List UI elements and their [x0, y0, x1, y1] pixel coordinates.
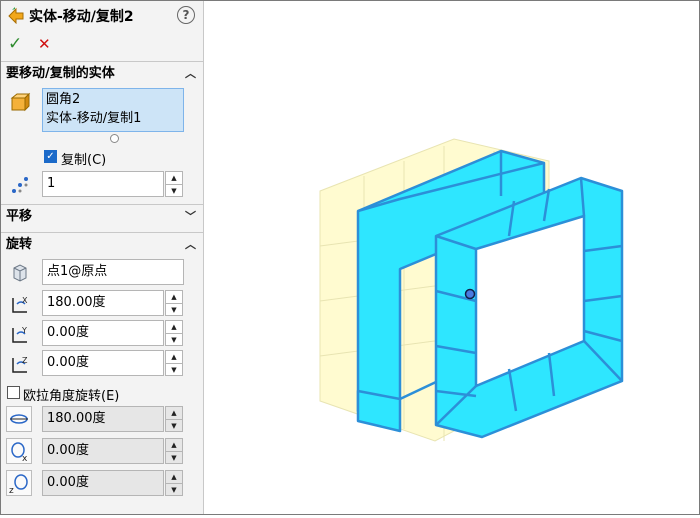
list-item[interactable]: 圆角2	[46, 90, 180, 109]
property-manager-panel: 实体-移动/复制2 ? ✓ ✕ 要移动/复制的实体 ︿ 圆角2 实体-移动/复制…	[1, 1, 204, 514]
chevron-up-icon[interactable]: ︿	[185, 233, 196, 257]
svg-text:Z: Z	[22, 356, 28, 365]
help-icon[interactable]: ?	[177, 6, 195, 24]
stepper-up[interactable]: ▲	[166, 407, 182, 420]
list-item[interactable]: 实体-移动/复制1	[46, 109, 180, 128]
euler-1-field[interactable]: 180.00度	[42, 406, 164, 432]
euler-axis-2-button[interactable]: x	[6, 438, 32, 464]
euler-3-stepper[interactable]: ▲ ▼	[165, 470, 183, 496]
rotation-origin-point[interactable]	[464, 288, 476, 300]
rotate-x-stepper[interactable]: ▲ ▼	[165, 290, 183, 316]
chevron-down-icon[interactable]: ﹀	[185, 205, 196, 229]
rotation-point-field[interactable]: 点1@原点	[42, 259, 184, 285]
copy-checkbox[interactable]: ✓	[44, 150, 57, 163]
stepper-up[interactable]: ▲	[166, 439, 182, 452]
euler-axis-3-icon: z	[9, 474, 28, 496]
rotate-x-field[interactable]: 180.00度	[42, 290, 164, 316]
euler-axis-1-icon	[10, 414, 28, 424]
move-copy-feature-icon	[8, 7, 24, 24]
stepper-down[interactable]: ▼	[166, 334, 182, 346]
euler-rotation-label: 欧拉角度旋转(E)	[23, 389, 120, 404]
cancel-button[interactable]: ✕	[38, 35, 51, 53]
rotate-z-stepper[interactable]: ▲ ▼	[165, 350, 183, 376]
copy-count-stepper[interactable]: ▲ ▼	[165, 171, 183, 197]
page-title: 实体-移动/复制2	[29, 9, 134, 25]
svg-text:x: x	[22, 454, 28, 463]
stepper-up[interactable]: ▲	[166, 321, 182, 334]
model-view[interactable]	[204, 1, 699, 514]
stepper-down[interactable]: ▼	[166, 364, 182, 376]
bodies-selection-icon	[10, 92, 31, 112]
section-title-translate: 平移	[6, 209, 33, 224]
rotate-x-icon: X	[12, 296, 28, 313]
section-header-bodies[interactable]: 要移动/复制的实体 ︿	[1, 62, 203, 86]
euler-2-stepper[interactable]: ▲ ▼	[165, 438, 183, 464]
svg-text:z: z	[9, 486, 14, 495]
euler-rotation-checkbox[interactable]	[7, 386, 20, 399]
rotate-z-icon: Z	[12, 356, 28, 373]
euler-3-field[interactable]: 0.00度	[42, 470, 164, 496]
rotate-y-icon: Y	[12, 326, 27, 343]
stepper-up[interactable]: ▲	[166, 351, 182, 364]
section-header-rotate[interactable]: 旋转 ︿	[1, 233, 203, 257]
euler-axis-3-button[interactable]: z	[6, 470, 32, 496]
euler-axis-2-icon: x	[11, 442, 28, 464]
bodies-list[interactable]: 圆角2 实体-移动/复制1	[42, 88, 184, 132]
stepper-down[interactable]: ▼	[166, 420, 182, 432]
rotate-y-field[interactable]: 0.00度	[42, 320, 164, 346]
svg-text:Y: Y	[21, 326, 27, 335]
stepper-down[interactable]: ▼	[166, 452, 182, 464]
svg-text:X: X	[22, 296, 28, 305]
chevron-up-icon[interactable]: ︿	[185, 62, 196, 86]
section-header-translate[interactable]: 平移 ﹀	[1, 205, 203, 229]
stepper-up[interactable]: ▲	[166, 291, 182, 304]
stepper-down[interactable]: ▼	[166, 185, 182, 197]
rotate-z-field[interactable]: 0.00度	[42, 350, 164, 376]
section-title-rotate: 旋转	[6, 237, 33, 252]
stepper-down[interactable]: ▼	[166, 304, 182, 316]
stepper-down[interactable]: ▼	[166, 484, 182, 496]
euler-2-field[interactable]: 0.00度	[42, 438, 164, 464]
euler-axis-1-button[interactable]	[6, 406, 32, 432]
stepper-up[interactable]: ▲	[166, 172, 182, 185]
copy-count-field[interactable]: 1	[42, 171, 164, 197]
copy-label: 复制(C)	[61, 153, 107, 168]
stepper-up[interactable]: ▲	[166, 471, 182, 484]
ok-button[interactable]: ✓	[8, 34, 22, 54]
resize-handle[interactable]	[110, 134, 119, 143]
graphics-viewport[interactable]	[204, 1, 699, 514]
copy-count-icon	[12, 177, 28, 193]
rotation-point-icon	[13, 264, 27, 282]
rotate-y-stepper[interactable]: ▲ ▼	[165, 320, 183, 346]
section-title-bodies: 要移动/复制的实体	[6, 66, 115, 81]
euler-1-stepper[interactable]: ▲ ▼	[165, 406, 183, 432]
